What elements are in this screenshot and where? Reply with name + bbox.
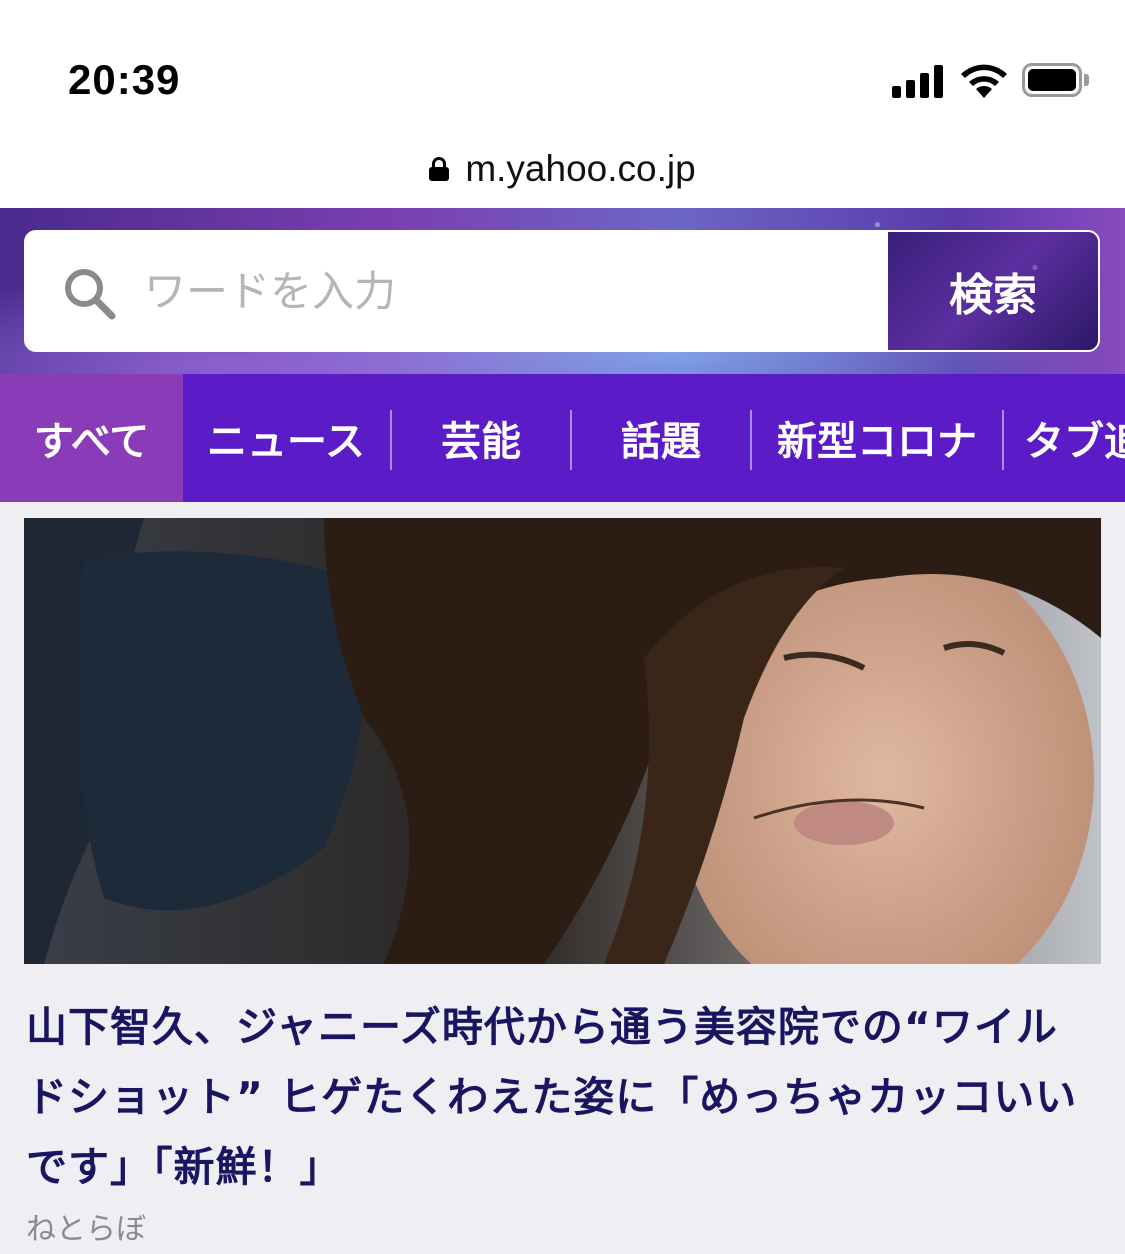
tab-add[interactable]: タブ追 <box>1004 374 1125 502</box>
address-bar[interactable]: m.yahoo.co.jp <box>0 130 1125 208</box>
search-button[interactable]: 検索 <box>886 230 1100 352</box>
search-icon <box>65 269 116 320</box>
article-headline[interactable]: 山下智久、ジャニーズ時代から通う美容院での“ワイルドショット” ヒゲたくわえた姿… <box>26 992 1096 1202</box>
tab-trending[interactable]: 話題 <box>572 374 750 502</box>
cellular-signal-icon <box>892 64 946 98</box>
tab-entertainment[interactable]: 芸能 <box>392 374 570 502</box>
category-tabs: すべて ニュース 芸能 話題 新型コロナ タブ追 <box>0 374 1125 502</box>
lock-icon <box>429 157 450 181</box>
article-image[interactable] <box>24 518 1101 964</box>
status-bar: 20:39 <box>0 0 1125 130</box>
tab-all[interactable]: すべて <box>0 374 183 502</box>
status-time: 20:39 <box>68 56 181 103</box>
search-header: 検索 <box>0 208 1125 374</box>
battery-icon <box>1022 63 1089 97</box>
url-text[interactable]: m.yahoo.co.jp <box>465 148 695 190</box>
tab-news[interactable]: ニュース <box>183 374 389 502</box>
article-photo <box>24 518 1101 964</box>
search-input[interactable] <box>144 230 884 352</box>
search-box: 検索 <box>24 230 1100 352</box>
tab-covid[interactable]: 新型コロナ <box>752 374 1002 502</box>
wifi-icon <box>961 64 1007 98</box>
article-source: ねとらぼ <box>26 1212 146 1247</box>
